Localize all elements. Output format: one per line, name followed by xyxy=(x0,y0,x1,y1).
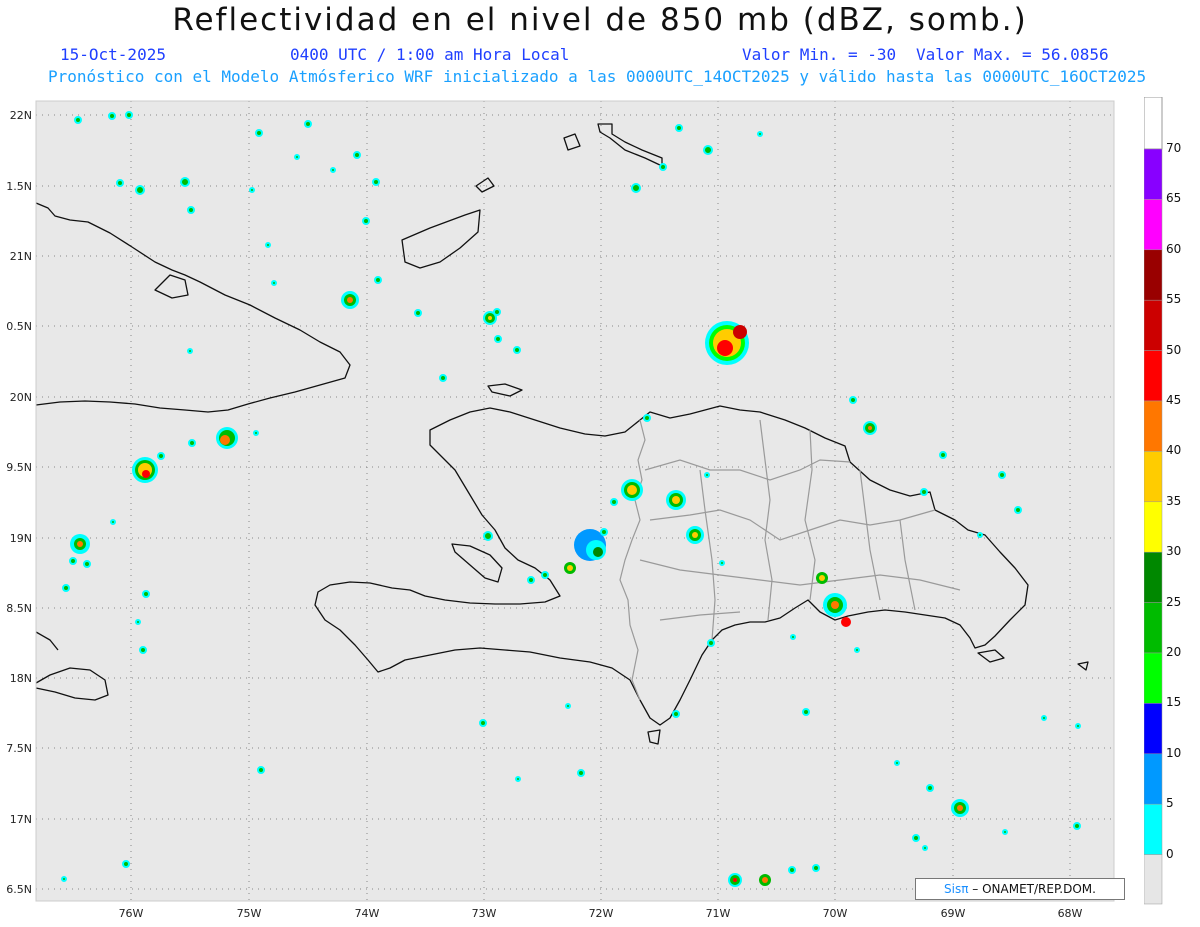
lat-label: 6.5N xyxy=(6,883,32,896)
echo-cluster-10 xyxy=(70,534,90,554)
lat-label: 19N xyxy=(9,532,32,545)
lat-label: 8.5N xyxy=(6,602,32,615)
colorbar-swatch xyxy=(1144,551,1163,603)
echo-cluster-3 xyxy=(216,427,238,449)
colorbar-swatch xyxy=(1144,703,1163,755)
colorbar-label: 20 xyxy=(1166,645,1182,659)
credit-text: – ONAMET/REP.DOM. xyxy=(968,882,1096,896)
echo-cluster-5 xyxy=(621,479,643,501)
echo-cluster-6 xyxy=(666,490,686,510)
colorbar-swatch xyxy=(1144,652,1163,704)
colorbar-swatch xyxy=(1144,501,1163,553)
lon-label: 70W xyxy=(822,907,848,920)
colorbar-swatch xyxy=(1144,451,1163,503)
echo-cluster-11 xyxy=(341,291,359,309)
colorbar-label: 35 xyxy=(1166,493,1182,508)
colorbar-label: 0 xyxy=(1166,846,1174,861)
colorbar-label: 60 xyxy=(1166,241,1182,256)
colorbar-swatch xyxy=(1144,350,1163,402)
colorbar-label: 40 xyxy=(1166,443,1182,458)
lon-label: 73W xyxy=(471,907,497,920)
colorbar-swatch xyxy=(1144,602,1163,654)
colorbar-label: 65 xyxy=(1166,191,1182,206)
lon-label: 69W xyxy=(940,907,966,920)
lat-label: 17N xyxy=(9,813,32,826)
lon-label: 72W xyxy=(588,907,614,920)
lat-label: 20N xyxy=(9,391,32,404)
echo-cluster-7 xyxy=(686,526,704,544)
map-background xyxy=(36,101,1114,901)
lon-label: 68W xyxy=(1057,907,1083,920)
colorbar-swatch xyxy=(1144,299,1163,351)
colorbar-label: 30 xyxy=(1166,544,1182,559)
lat-label: 0.5N xyxy=(6,320,32,333)
colorbar-label: 45 xyxy=(1166,393,1182,407)
sispi-logo: Sisπ xyxy=(944,882,969,896)
colorbar-swatch xyxy=(1144,753,1163,805)
lat-label: 1.5N xyxy=(6,180,32,193)
echo-cluster-12 xyxy=(863,421,877,435)
lat-label: 22N xyxy=(9,109,32,122)
lon-label: 76W xyxy=(118,907,144,920)
color-scale-bar xyxy=(1144,97,1163,905)
colorbar-label: 25 xyxy=(1166,594,1182,609)
colorbar-swatch xyxy=(1144,199,1163,251)
colorbar-swatch xyxy=(1144,400,1163,452)
colorbar-label: 15 xyxy=(1166,695,1182,710)
colorbar-swatch xyxy=(1144,803,1163,855)
colorbar-top-cap xyxy=(1144,97,1163,150)
lat-label: 21N xyxy=(9,250,32,263)
lat-label: 9.5N xyxy=(6,461,32,474)
colorbar-swatch xyxy=(1144,249,1163,301)
colorbar-swatch xyxy=(1144,148,1163,200)
colorbar-swatch xyxy=(1144,854,1163,905)
credit-box: Sisπ – ONAMET/REP.DOM. xyxy=(915,878,1125,900)
lon-label: 71W xyxy=(705,907,731,920)
lon-label: 75W xyxy=(236,907,262,920)
colorbar-label: 70 xyxy=(1166,141,1182,155)
lon-label: 74W xyxy=(354,907,380,920)
colorbar-label: 55 xyxy=(1166,292,1182,307)
colorbar-label: 5 xyxy=(1166,796,1174,811)
echo-cluster-9 xyxy=(951,799,969,817)
echo-cluster-1 xyxy=(705,321,749,365)
map-panel xyxy=(35,100,1115,902)
echo-cluster-2 xyxy=(132,457,158,483)
colorbar-label: 10 xyxy=(1166,745,1182,760)
colorbar-label: 50 xyxy=(1166,342,1182,357)
lat-label: 7.5N xyxy=(6,742,32,755)
lat-label: 18N xyxy=(9,672,32,685)
